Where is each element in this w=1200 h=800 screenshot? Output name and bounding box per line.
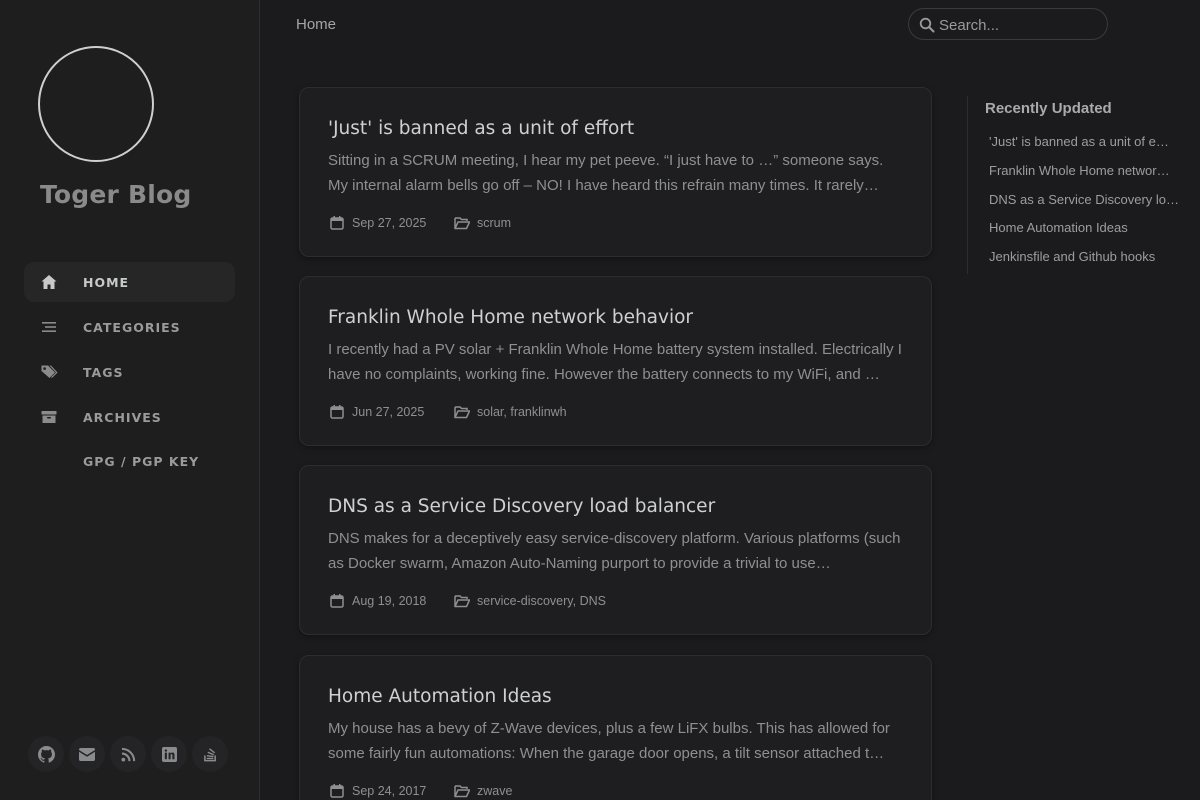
linkedin-link[interactable] [151, 736, 187, 772]
rss-link[interactable] [110, 736, 146, 772]
sidebar-item-categories[interactable]: CATEGORIES [24, 307, 235, 347]
github-icon [37, 745, 55, 763]
post-excerpt: DNS makes for a deceptively easy service… [328, 530, 901, 572]
topbar: Home [261, 0, 1200, 52]
post-title[interactable]: DNS as a Service Discovery load balancer [328, 496, 715, 517]
sidebar-item-archives[interactable]: ARCHIVES [24, 397, 235, 437]
sidebar: Toger Blog HOME CATEGORIES TAGS ARCHIVES [0, 0, 260, 800]
recently-updated-panel: Recently Updated 'Just' is banned as a u… [967, 96, 1200, 274]
sidebar-item-label: HOME [83, 274, 130, 290]
calendar-icon [330, 784, 344, 798]
post-date: Sep 24, 2017 [352, 784, 427, 798]
calendar-icon [330, 405, 344, 419]
folder-open-icon [454, 406, 470, 419]
sidebar-item-home[interactable]: HOME [24, 262, 235, 302]
post-title[interactable]: 'Just' is banned as a unit of effort [328, 118, 634, 139]
post-excerpt: Sitting in a SCRUM meeting, I hear my pe… [328, 152, 884, 194]
post-card[interactable]: Home Automation Ideas My house has a bev… [299, 655, 932, 800]
post-card[interactable]: Franklin Whole Home network behavior I r… [299, 276, 932, 446]
tags-icon [41, 365, 58, 378]
folder-open-icon [454, 595, 470, 608]
panel-title: Recently Updated [985, 100, 1112, 117]
sidebar-item-label: ARCHIVES [83, 409, 162, 425]
stack-overflow-icon [203, 748, 216, 762]
stream-icon [42, 322, 56, 332]
archive-icon [41, 411, 57, 423]
linkedin-icon [161, 746, 177, 762]
calendar-icon [330, 594, 344, 608]
panel-item[interactable]: Franklin Whole Home networ… [989, 163, 1179, 178]
post-date: Sep 27, 2025 [352, 216, 427, 230]
sidebar-item-label: GPG / PGP KEY [83, 453, 200, 469]
post-card[interactable]: 'Just' is banned as a unit of effort Sit… [299, 87, 932, 257]
panel-item[interactable]: DNS as a Service Discovery lo… [989, 192, 1179, 207]
post-title[interactable]: Home Automation Ideas [328, 686, 552, 707]
site-title[interactable]: Toger Blog [40, 180, 192, 209]
post-card[interactable]: DNS as a Service Discovery load balancer… [299, 465, 932, 635]
panel-item[interactable]: Jenkinsfile and Github hooks [989, 249, 1179, 264]
post-categories[interactable]: service-discovery, DNS [477, 594, 606, 608]
breadcrumb: Home [296, 16, 337, 33]
rss-icon [120, 747, 135, 762]
post-excerpt: I recently had a PV solar + Franklin Who… [328, 341, 902, 383]
home-icon [41, 275, 57, 289]
calendar-icon [330, 216, 344, 230]
github-link[interactable] [28, 736, 64, 772]
search-input[interactable] [939, 15, 1099, 35]
email-link[interactable] [69, 736, 105, 772]
post-date: Jun 27, 2025 [352, 405, 425, 419]
folder-open-icon [454, 785, 470, 798]
sidebar-item-tags[interactable]: TAGS [24, 352, 235, 392]
search-box[interactable] [908, 8, 1108, 40]
folder-open-icon [454, 217, 470, 230]
panel-item[interactable]: 'Just' is banned as a unit of e… [989, 134, 1179, 149]
post-categories[interactable]: solar, franklinwh [477, 405, 567, 419]
post-excerpt: My house has a bevy of Z-Wave devices, p… [328, 720, 890, 762]
email-icon [79, 747, 95, 761]
stack-overflow-link[interactable] [192, 736, 228, 772]
post-categories[interactable]: zwave [477, 784, 512, 798]
avatar[interactable] [38, 46, 154, 162]
post-categories[interactable]: scrum [477, 216, 511, 230]
sidebar-item-gpg-key[interactable]: GPG / PGP KEY [24, 441, 235, 481]
search-icon [919, 17, 935, 33]
social-links [28, 736, 238, 772]
sidebar-item-label: TAGS [83, 364, 124, 380]
panel-item[interactable]: Home Automation Ideas [989, 220, 1179, 235]
sidebar-item-label: CATEGORIES [83, 319, 181, 335]
post-date: Aug 19, 2018 [352, 594, 427, 608]
post-title[interactable]: Franklin Whole Home network behavior [328, 307, 693, 328]
